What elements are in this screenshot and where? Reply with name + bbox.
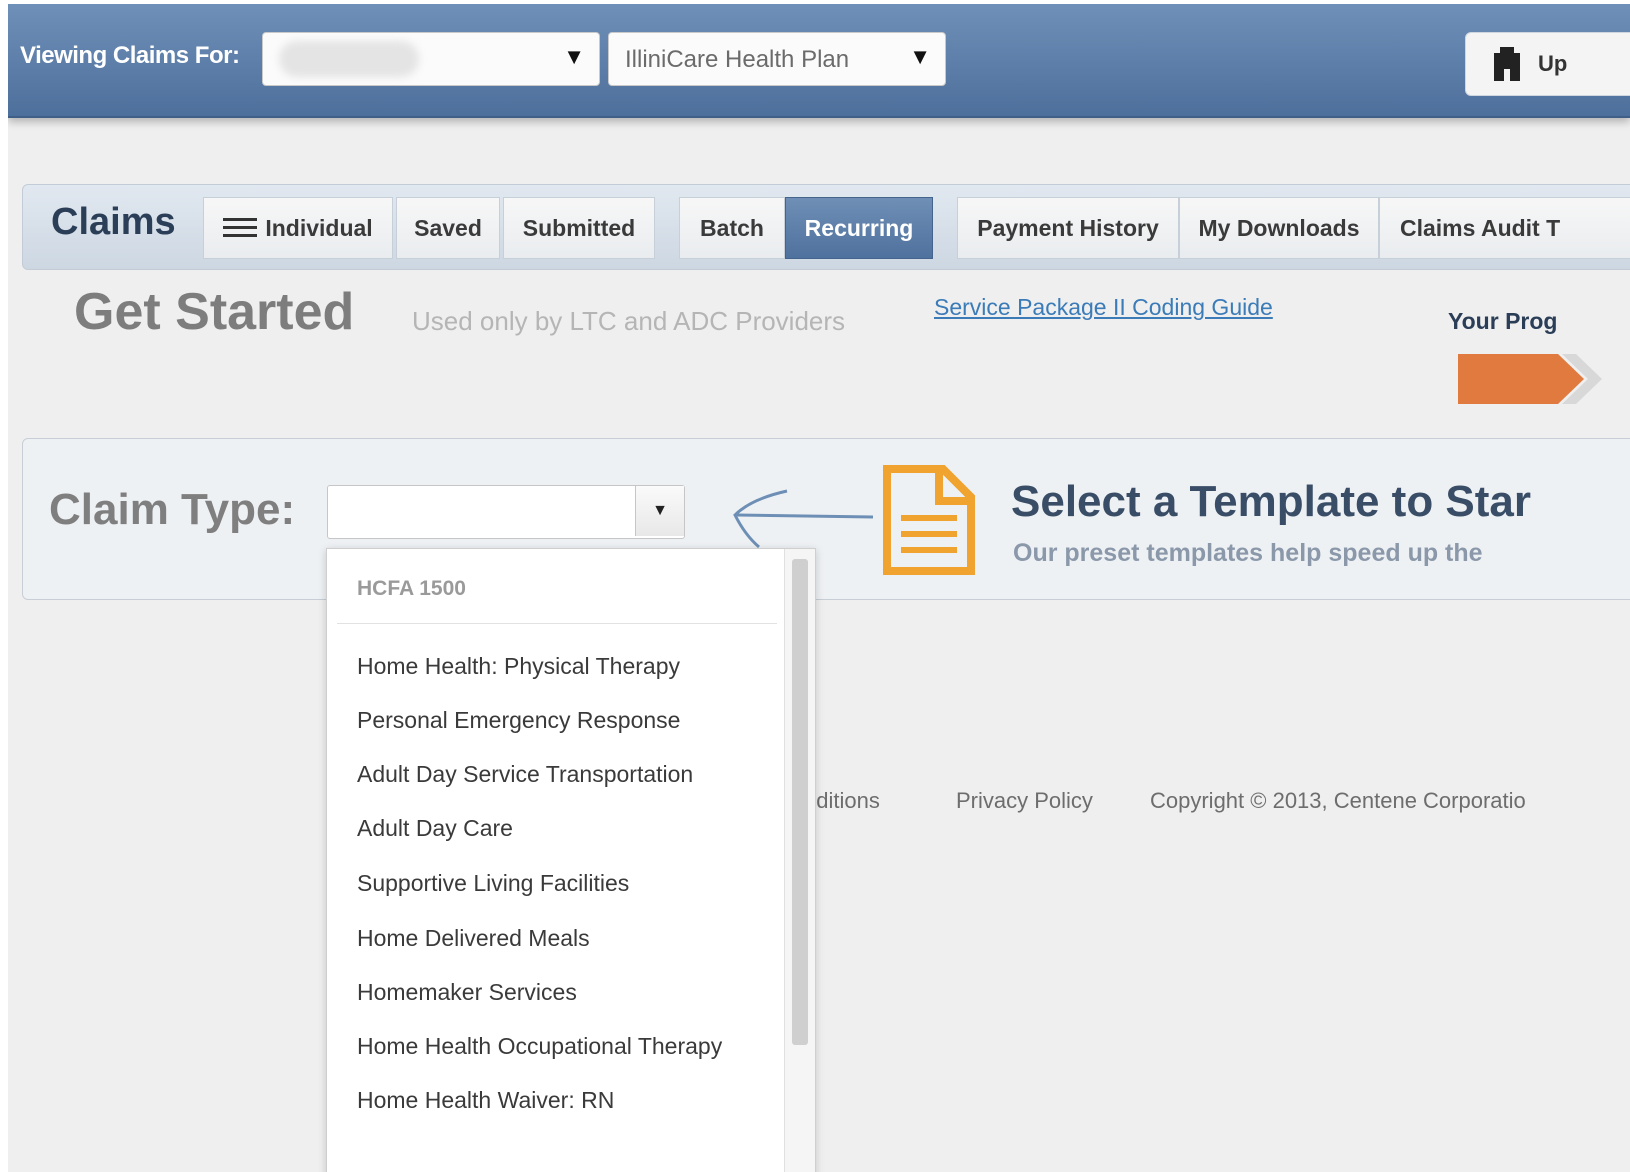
claim-type-panel: Claim Type: ▼ Select a Template to Star …: [22, 438, 1630, 600]
plan-select[interactable]: IlliniCare Health Plan ▼: [608, 32, 946, 86]
claim-type-label: Claim Type:: [49, 485, 296, 534]
document-icon: [883, 465, 975, 575]
claims-tab-bar: Claims Individual Saved Submitted Batch …: [22, 184, 1630, 270]
page-subtitle: Used only by LTC and ADC Providers: [412, 306, 846, 336]
building-icon: [1494, 47, 1520, 81]
top-bar: Viewing Claims For: ▼ IlliniCare Health …: [8, 4, 1630, 118]
caret-down-icon: ▼: [652, 502, 668, 519]
progress-step-icon: [1458, 354, 1602, 404]
dropdown-option[interactable]: Home Health Waiver: RN: [357, 1087, 614, 1114]
dropdown-toggle-button[interactable]: ▼: [635, 486, 684, 536]
template-subtitle: Our preset templates help speed up the: [1013, 539, 1483, 567]
scrollbar-thumb[interactable]: [792, 559, 808, 1045]
dropdown-divider: [337, 623, 777, 624]
page-title: Get Started: [74, 283, 355, 341]
tab-submitted-label: Submitted: [522, 214, 636, 241]
tab-individual-label: Individual: [265, 214, 373, 241]
tab-payment-history-label: Payment History: [977, 214, 1159, 241]
dropdown-option[interactable]: Home Delivered Meals: [357, 925, 590, 952]
dropdown-group-header: HCFA 1500: [357, 577, 466, 600]
viewing-claims-label: Viewing Claims For:: [20, 42, 240, 69]
plan-select-value: IlliniCare Health Plan: [625, 46, 850, 73]
progress-label: Your Prog: [1448, 308, 1558, 334]
arrow-left-icon: [733, 489, 874, 549]
tab-claims-audit[interactable]: Claims Audit T: [1379, 197, 1630, 259]
tab-individual[interactable]: Individual: [203, 197, 393, 259]
tab-saved-label: Saved: [414, 214, 482, 241]
tab-payment-history[interactable]: Payment History: [957, 197, 1179, 259]
tab-saved[interactable]: Saved: [396, 197, 500, 259]
tab-recurring[interactable]: Recurring: [785, 197, 933, 259]
tab-submitted[interactable]: Submitted: [503, 197, 655, 259]
copyright-text: Copyright © 2013, Centene Corporatio: [1150, 788, 1526, 813]
tab-claims-audit-label: Claims Audit T: [1400, 214, 1561, 241]
dropdown-option[interactable]: Adult Day Service Transportation: [357, 761, 693, 788]
dropdown-scrollbar[interactable]: [784, 549, 815, 1172]
tab-batch-label: Batch: [700, 214, 764, 241]
dropdown-option[interactable]: Supportive Living Facilities: [357, 870, 629, 897]
page: Viewing Claims For: ▼ IlliniCare Health …: [8, 4, 1630, 1172]
member-select[interactable]: ▼: [262, 32, 600, 86]
dropdown-option[interactable]: Home Health: Physical Therapy: [357, 653, 680, 680]
menu-icon: [223, 217, 258, 239]
coding-guide-link[interactable]: Service Package II Coding Guide: [934, 294, 1273, 321]
dropdown-option[interactable]: Homemaker Services: [357, 979, 577, 1006]
tab-batch[interactable]: Batch: [679, 197, 785, 259]
dropdown-option[interactable]: Adult Day Care: [357, 815, 513, 842]
chevron-down-icon: ▼: [909, 44, 931, 69]
claim-type-select[interactable]: ▼: [327, 485, 685, 539]
update-button-label: Up: [1538, 51, 1568, 76]
tab-recurring-label: Recurring: [804, 214, 914, 241]
dropdown-option[interactable]: Personal Emergency Response: [357, 707, 680, 734]
privacy-policy-link[interactable]: Privacy Policy: [956, 788, 1093, 814]
chevron-down-icon: ▼: [563, 44, 585, 69]
tab-my-downloads[interactable]: My Downloads: [1179, 197, 1379, 259]
redacted-name: [279, 41, 419, 77]
template-title: Select a Template to Star: [1011, 477, 1532, 526]
update-button[interactable]: Up: [1465, 32, 1630, 96]
tab-my-downloads-label: My Downloads: [1198, 214, 1360, 241]
claims-title: Claims: [51, 201, 176, 243]
claim-type-dropdown[interactable]: HCFA 1500 Home Health: Physical Therapy …: [326, 548, 816, 1172]
dropdown-option[interactable]: Home Health Occupational Therapy: [357, 1033, 722, 1060]
